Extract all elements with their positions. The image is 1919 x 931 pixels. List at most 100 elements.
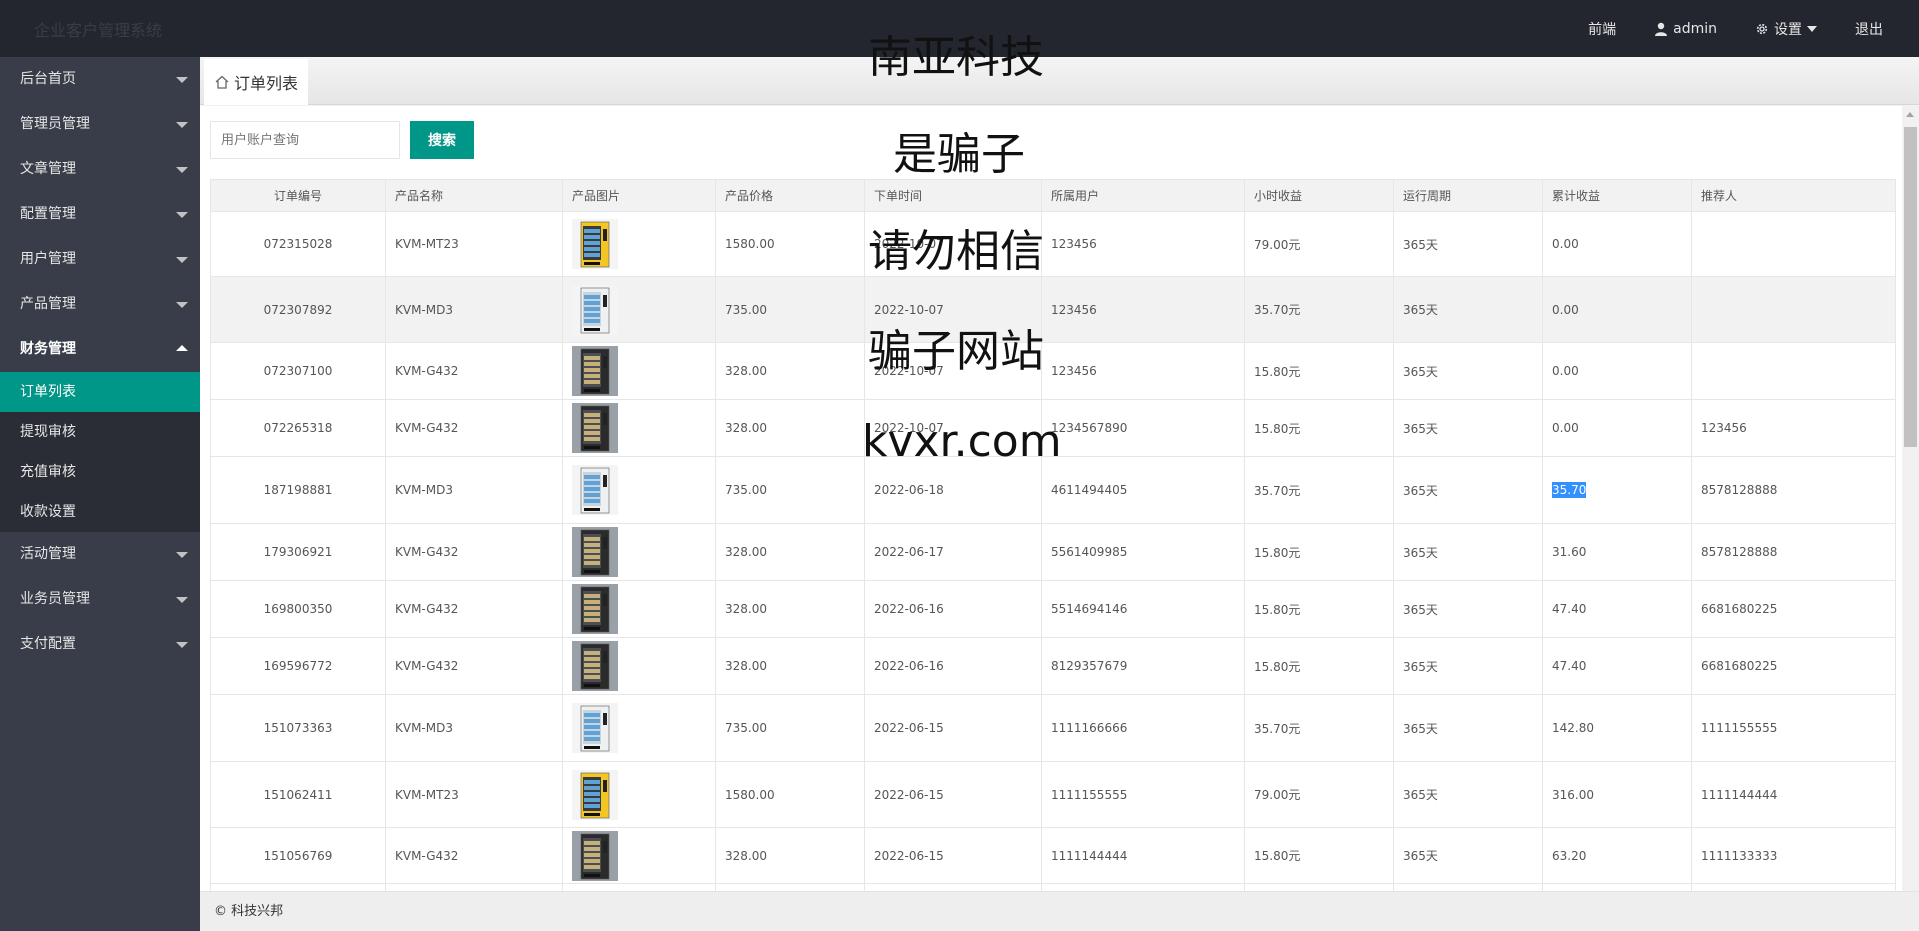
user-icon	[1655, 22, 1668, 36]
table-row[interactable]: 169596772 KVM-G432 328.00 2022-06-16 8129357…	[210, 637, 1896, 695]
table-row[interactable]: 072307100 KVM-G432 328.00 2022-10-07 123456 1…	[210, 342, 1896, 400]
cell-cycle: 365天	[1393, 456, 1543, 524]
cell-referrer-text: 1111155555	[1701, 721, 1778, 735]
sidebar-subitem-payment-settings[interactable]: 收款设置	[0, 492, 200, 532]
sidebar-item-activities[interactable]: 活动管理	[0, 532, 200, 577]
cell-price-text: 735.00	[725, 721, 767, 735]
cell-order-id: 179306921	[210, 523, 386, 581]
cell-hourly-income: 15.80元	[1244, 399, 1394, 457]
table-row[interactable]: 151056769 KVM-G432 328.00 2022-06-15 1111144…	[210, 827, 1896, 884]
tab-orders[interactable]: 订单列表	[204, 59, 309, 105]
sidebar-subitem-recharge-review[interactable]: 充值审核	[0, 452, 200, 492]
nav-admin-link[interactable]: admin	[1654, 21, 1717, 37]
nav-settings-label: 设置	[1774, 21, 1802, 38]
cell-product-image	[562, 456, 716, 524]
cell-user: 1111144444	[1041, 827, 1245, 884]
sidebar-item-payment-config[interactable]: 支付配置	[0, 622, 200, 667]
cell-product-name: KVM-G432	[385, 580, 563, 638]
table-row[interactable]: 151073363 KVM-MD3 735.00 2022-06-15 11111666…	[210, 694, 1896, 762]
cell-total-income-text: 63.20	[1552, 848, 1587, 863]
cell-price-text: 328.00	[725, 545, 767, 559]
sidebar-item-users[interactable]: 用户管理	[0, 237, 200, 282]
cell-referrer-text: 8578128888	[1701, 545, 1778, 559]
sidebar-item-config[interactable]: 配置管理	[0, 192, 200, 237]
chevron-down-icon	[176, 77, 188, 83]
cell-cycle: 365天	[1393, 580, 1543, 638]
cell-total-income-text: 0.00	[1552, 237, 1579, 251]
cell-price-text: 1580.00	[725, 787, 775, 802]
cell-price: 735.00	[715, 276, 865, 343]
cell-hourly-income: 35.70元	[1244, 456, 1394, 524]
cell-hourly-income-text: 79.00元	[1254, 237, 1301, 252]
vending-machine-icon	[572, 769, 618, 820]
sidebar-item-label: 文章管理	[20, 161, 76, 177]
cell-hourly-income-text: 15.80元	[1254, 364, 1301, 379]
cell-product-name: KVM-G432	[385, 399, 563, 457]
cell-total-income: 47.40	[1542, 580, 1692, 638]
nav-front-link[interactable]: 前端	[1588, 19, 1616, 39]
cell-order-id-text: 072307892	[263, 302, 333, 317]
search-button[interactable]: 搜索	[410, 121, 474, 159]
tab-label: 订单列表	[234, 74, 299, 93]
cell-hourly-income: 15.80元	[1244, 580, 1394, 638]
cell-total-income-text: 47.40	[1552, 659, 1587, 673]
cell-referrer-text: 8578128888	[1701, 483, 1778, 497]
sidebar-item-salespeople[interactable]: 业务员管理	[0, 577, 200, 622]
table-row[interactable]: 179306921 KVM-G432 328.00 2022-06-17 5561409…	[210, 523, 1896, 581]
cell-product-image	[562, 637, 716, 695]
sidebar-item-admins[interactable]: 管理员管理	[0, 102, 200, 147]
table-row[interactable]: 169800350 KVM-G432 328.00 2022-06-16 5514694…	[210, 580, 1896, 638]
cell-user: 5514694146	[1041, 580, 1245, 638]
cell-user-text: 5514694146	[1051, 602, 1128, 616]
scrollbar-thumb[interactable]	[1904, 127, 1917, 447]
table-row[interactable]: 151062411 KVM-MT23 1580.00 2022-06-15 111115…	[210, 761, 1896, 828]
table-row[interactable]: 072315028 KVM-MT23 1580.00 2022-10-07 123456…	[210, 211, 1896, 277]
cell-hourly-income: 35.70元	[1244, 276, 1394, 343]
cell-user-text: 123456	[1051, 237, 1097, 251]
cell-product-name-text: KVM-G432	[395, 364, 459, 378]
cell-order-time-text: 2022-06-15	[874, 848, 944, 863]
table-row[interactable]: 072307892 KVM-MD3 735.00 2022-10-07 123456 35…	[210, 276, 1896, 343]
nav-admin-label: admin	[1673, 20, 1717, 37]
vending-machine-icon	[572, 584, 618, 634]
cell-hourly-income: 15.80元	[1244, 827, 1394, 884]
sidebar-subitem-orders[interactable]: 订单列表	[0, 372, 200, 412]
cell-order-id-text: 072265318	[263, 421, 333, 435]
nav-settings-menu[interactable]: 设置	[1755, 19, 1817, 39]
cell-price: 328.00	[715, 523, 865, 581]
chevron-down-icon	[176, 597, 188, 603]
top-nav: 前端 admin 设置 退出	[1550, 0, 1883, 57]
vending-machine-icon	[572, 346, 618, 396]
cell-total-income-text: 0.00	[1552, 421, 1579, 435]
cell-cycle: 365天	[1393, 342, 1543, 400]
cell-product-image	[562, 523, 716, 581]
cell-user: 4611494405	[1041, 456, 1245, 524]
scroll-up-arrow-icon[interactable]	[1906, 112, 1914, 117]
col-header-price: 产品价格	[715, 179, 865, 212]
cell-order-id: 187198881	[210, 456, 386, 524]
cell-referrer-text: 6681680225	[1701, 659, 1778, 673]
col-header-product-image: 产品图片	[562, 179, 716, 212]
nav-logout-link[interactable]: 退出	[1855, 19, 1883, 39]
watermark-text: 是骗子	[893, 129, 1025, 180]
cell-price: 735.00	[715, 694, 865, 762]
chevron-down-icon	[176, 302, 188, 308]
cell-price: 328.00	[715, 637, 865, 695]
sidebar-item-articles[interactable]: 文章管理	[0, 147, 200, 192]
sidebar-subitem-withdraw-review[interactable]: 提现审核	[0, 412, 200, 452]
cell-price-text: 735.00	[725, 483, 767, 497]
search-input[interactable]	[210, 121, 400, 159]
cell-product-name: KVM-MT23	[385, 211, 563, 277]
sidebar-item-finance[interactable]: 财务管理	[0, 327, 200, 372]
sidebar-item-products[interactable]: 产品管理	[0, 282, 200, 327]
cell-hourly-income-text: 15.80元	[1254, 421, 1301, 436]
cell-user-text: 123456	[1051, 302, 1097, 317]
cell-price: 1580.00	[715, 211, 865, 277]
cell-cycle: 365天	[1393, 637, 1543, 695]
sidebar-item-home[interactable]: 后台首页	[0, 57, 200, 102]
vertical-scrollbar[interactable]	[1902, 106, 1919, 891]
watermark-text: kvxr.com	[862, 416, 1062, 467]
cell-cycle-text: 365天	[1403, 421, 1438, 436]
cell-cycle-text: 365天	[1403, 545, 1438, 560]
cell-cycle-text: 365天	[1403, 303, 1438, 317]
